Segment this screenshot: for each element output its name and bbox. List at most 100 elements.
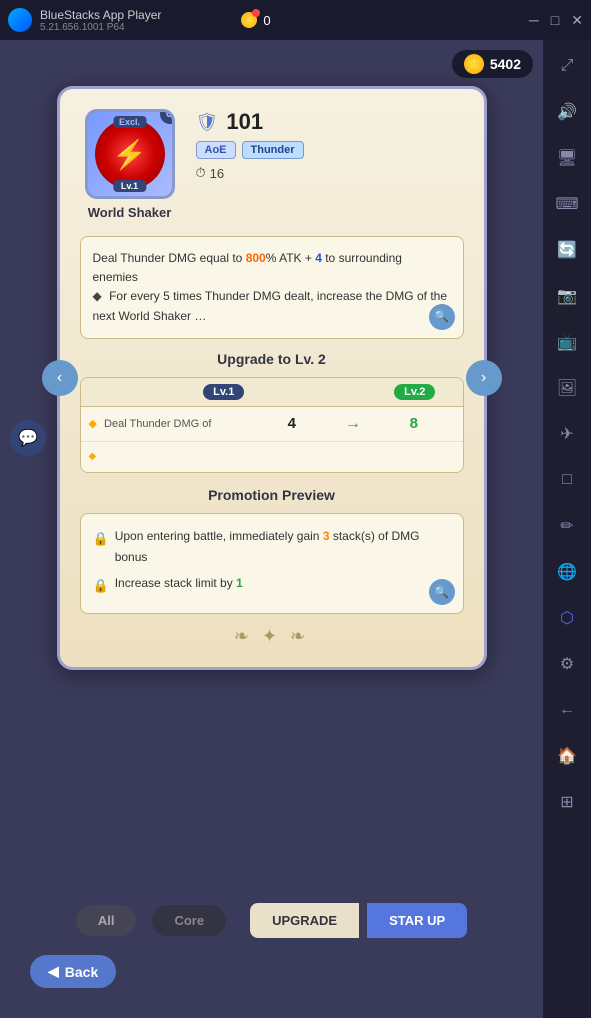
excl-badge: Excl.	[113, 116, 146, 128]
desc-highlight-4: 4	[315, 251, 322, 265]
sidebar-camera-icon[interactable]: 📷	[553, 282, 581, 310]
main-area: ⭐ 5402 ‹ › C Excl. ⚡ Lv.1 World Shaker	[0, 40, 543, 1018]
back-button[interactable]: ◀ Back	[30, 955, 116, 988]
sidebar-home-icon[interactable]: 🏠	[553, 742, 581, 770]
desc-percent: % ATK +	[266, 251, 315, 265]
tags-row: AoE Thunder	[196, 141, 464, 159]
description-box: Deal Thunder DMG equal to 800% ATK + 4 t…	[80, 236, 464, 339]
app-logo	[8, 8, 32, 32]
lv1-badge: Lv.1	[203, 384, 244, 400]
range-value: 16	[210, 166, 224, 181]
lock-icon-1: 🔒	[93, 527, 109, 550]
upgrade-col-arrow	[272, 378, 368, 406]
upgrade-row-label: ◆ Deal Thunder DMG of	[89, 417, 252, 430]
promo-text-2: Increase stack limit by 1	[115, 573, 243, 595]
tab-core-button[interactable]: Core	[152, 905, 226, 936]
skill-level-row: 🛡 101	[196, 109, 464, 135]
tag-aoe: AoE	[196, 141, 236, 159]
upgrade-row-text: Deal Thunder DMG of	[104, 418, 211, 430]
lv-badge: Lv.1	[113, 180, 146, 192]
card-decoration: ❧ ✦ ❧	[80, 626, 464, 647]
card-header: C Excl. ⚡ Lv.1 World Shaker 🛡 101 AoE Th…	[80, 109, 464, 220]
sidebar-sound-icon[interactable]: 🔊	[553, 98, 581, 126]
desc-search-btn[interactable]: 🔍	[429, 304, 455, 330]
coin-icon: ⭐	[464, 54, 484, 74]
shield-icon: 🛡	[196, 112, 219, 133]
back-label: Back	[65, 964, 98, 980]
upgrade-header: Lv.1 Lv.2	[81, 378, 463, 407]
lock-icon-2: 🔒	[93, 574, 109, 597]
close-btn[interactable]: ✕	[571, 12, 583, 29]
promo-row-2: 🔒 Increase stack limit by 1	[93, 573, 451, 597]
upgrade-row-2: ◆	[81, 442, 463, 472]
lv2-badge: Lv.2	[394, 384, 435, 400]
tag-thunder: Thunder	[242, 141, 304, 159]
right-sidebar: ⤢ 🔊 🖥 ⌨ 🔄 📷 📺 🖼 ✈ □ ✏ 🌐 ⬡ ⚙ ← 🏠 ⊞	[543, 40, 591, 1018]
sidebar-flight-icon[interactable]: ✈	[553, 420, 581, 448]
card-prev-arrow[interactable]: ‹	[42, 360, 78, 396]
sidebar-edit-icon[interactable]: ✏	[553, 512, 581, 540]
window-controls[interactable]: ─ □ ✕	[529, 12, 583, 29]
skill-level-num: 101	[226, 109, 263, 135]
desc-line2: For every 5 times Thunder DMG dealt, inc…	[93, 289, 448, 322]
discord-icon[interactable]: ⬡	[553, 604, 581, 632]
upgrade-val1: 4	[251, 415, 332, 432]
promo-title: Promotion Preview	[80, 487, 464, 503]
skill-icon: ⚡	[95, 119, 165, 189]
sidebar-back-icon[interactable]: ←	[553, 696, 581, 724]
maximize-btn[interactable]: □	[551, 12, 559, 29]
promo-box: 🔒 Upon entering battle, immediately gain…	[80, 513, 464, 615]
app-version: 5.21.656.1001 P64	[40, 22, 161, 33]
upgrade-col-lv1: Lv.1	[176, 378, 272, 406]
skill-card: ‹ › C Excl. ⚡ Lv.1 World Shaker 🛡 101	[57, 86, 487, 670]
sidebar-expand-icon[interactable]: ⤢	[553, 52, 581, 80]
star-up-button[interactable]: STAR UP	[367, 903, 467, 938]
upgrade-val2: 8	[373, 415, 454, 432]
skill-info: 🛡 101 AoE Thunder ⏱ 16	[196, 109, 464, 181]
upgrade-table: Lv.1 Lv.2 ◆ Deal Thunder DMG of 4 → 8 ◆	[80, 377, 464, 473]
dot-icon: ◆	[89, 418, 97, 430]
tab-all-button[interactable]: All	[76, 905, 137, 936]
sidebar-image-icon[interactable]: 🖼	[553, 374, 581, 402]
skill-icon-container: C Excl. ⚡ Lv.1 World Shaker	[80, 109, 180, 220]
sidebar-video-icon[interactable]: 📺	[553, 328, 581, 356]
promo-text-1: Upon entering battle, immediately gain 3…	[115, 526, 451, 569]
range-icon: ⏱	[196, 165, 206, 181]
sidebar-display-icon[interactable]: 🖥	[553, 144, 581, 172]
promo-row-1: 🔒 Upon entering battle, immediately gain…	[93, 526, 451, 569]
app-name: BlueStacks App Player	[40, 8, 161, 22]
sidebar-location-icon[interactable]: 🌐	[553, 558, 581, 586]
upgrade-title: Upgrade to Lv. 2	[80, 351, 464, 367]
coin-value: 5402	[490, 56, 521, 72]
top-bar: ⭐ 5402	[10, 50, 533, 78]
sidebar-keyboard-icon[interactable]: ⌨	[553, 190, 581, 218]
upgrade-arrow: →	[333, 415, 374, 433]
diamond-icon: ◆	[93, 289, 102, 303]
back-area: ◀ Back	[30, 955, 116, 988]
sidebar-settings-icon[interactable]: ⚙	[553, 650, 581, 678]
title-coin-count: 0	[263, 13, 270, 28]
upgrade-col-lv2: Lv.2	[367, 378, 463, 406]
desc-line1-prefix: Deal Thunder DMG equal to	[93, 251, 246, 265]
c-badge: C	[160, 109, 175, 124]
title-bar: BlueStacks App Player 5.21.656.1001 P64 …	[0, 0, 591, 40]
bottom-tabs-bar: All Core UPGRADE STAR UP	[0, 903, 543, 938]
chat-bubble[interactable]: 💬	[10, 420, 46, 456]
card-next-arrow[interactable]: ›	[466, 360, 502, 396]
sidebar-apps-icon[interactable]: ⊞	[553, 788, 581, 816]
minimize-btn[interactable]: ─	[529, 12, 539, 29]
range-row: ⏱ 16	[196, 165, 464, 181]
upgrade-row-placeholder: ◆	[89, 451, 101, 462]
upgrade-button[interactable]: UPGRADE	[250, 903, 359, 938]
skill-name: World Shaker	[88, 205, 172, 220]
upgrade-row-1: ◆ Deal Thunder DMG of 4 → 8	[81, 407, 463, 442]
promo-search-btn[interactable]: 🔍	[429, 579, 455, 605]
upgrade-col-label	[81, 378, 177, 406]
desc-highlight-800: 800	[246, 251, 266, 265]
coin-display: ⭐ 5402	[452, 50, 533, 78]
promo-highlight-3: 3	[323, 529, 330, 543]
sidebar-window-icon[interactable]: □	[553, 466, 581, 494]
skill-icon-frame: C Excl. ⚡ Lv.1	[85, 109, 175, 199]
back-arrow-icon: ◀	[48, 963, 59, 980]
sidebar-rotate-icon[interactable]: 🔄	[553, 236, 581, 264]
